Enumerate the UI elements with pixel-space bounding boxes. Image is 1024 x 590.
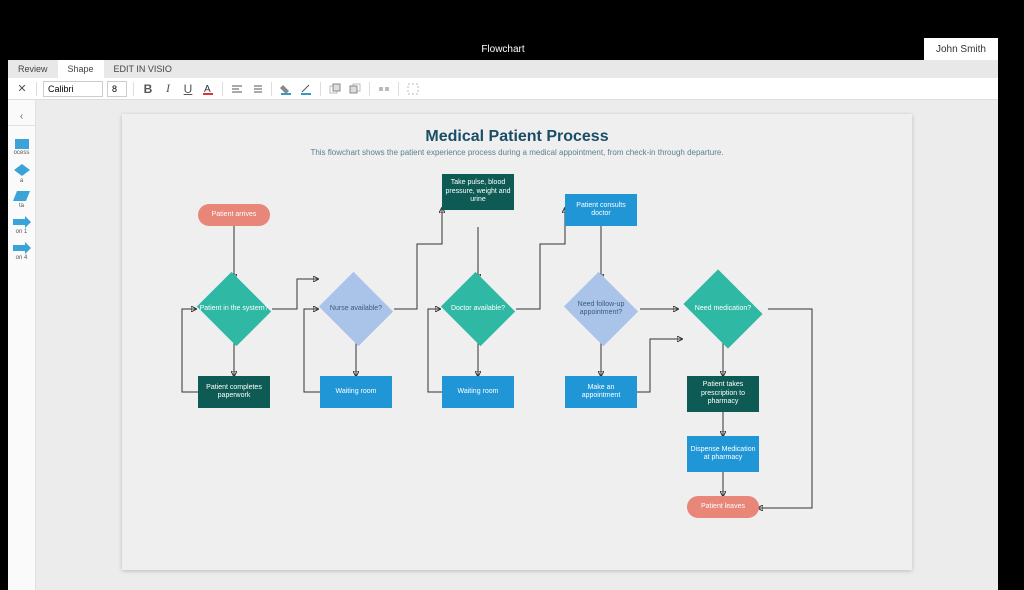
bold-button[interactable]: B	[140, 81, 156, 97]
cut-icon[interactable]: ✕	[14, 81, 30, 97]
node-dispense[interactable]: Dispense Medication at pharmacy	[687, 436, 759, 472]
font-size-select[interactable]: 8	[107, 81, 127, 97]
node-take-pulse[interactable]: Take pulse, blood pressure, weight and u…	[442, 174, 514, 210]
font-select[interactable]: Calibri	[43, 81, 103, 97]
node-make-appointment[interactable]: Make an appointment	[565, 376, 637, 408]
laptop-frame: Flowchart John Smith Review Shape EDIT I…	[0, 0, 1024, 590]
group-button[interactable]	[405, 81, 421, 97]
shape-arrow-1[interactable]: on 1	[8, 212, 35, 238]
shape-label: a	[20, 178, 23, 184]
shape-label: ocess	[14, 150, 30, 156]
underline-button[interactable]: U	[180, 81, 196, 97]
shape-label: on 4	[16, 255, 28, 261]
titlebar: Flowchart John Smith	[8, 38, 998, 60]
node-prescription[interactable]: Patient takes prescription to pharmacy	[687, 376, 759, 412]
arrange-button[interactable]	[376, 81, 392, 97]
node-nurse-available[interactable]: Nurse available?	[316, 274, 396, 344]
toolbar-separator	[320, 82, 321, 96]
node-doctor-available[interactable]: Doctor available?	[438, 274, 518, 344]
tab-edit-in-visio[interactable]: EDIT IN VISIO	[104, 60, 182, 78]
shape-decision[interactable]: a	[8, 160, 35, 186]
node-consults-doctor[interactable]: Patient consults doctor	[565, 194, 637, 226]
shape-arrow-4[interactable]: on 4	[8, 238, 35, 264]
tab-review[interactable]: Review	[8, 60, 58, 78]
shape-label: on 1	[16, 229, 28, 235]
node-patient-in-system[interactable]: Patient in the system?	[194, 274, 274, 344]
shape-process[interactable]: ocess	[8, 134, 35, 160]
app-window: Flowchart John Smith Review Shape EDIT I…	[8, 38, 998, 590]
document-title: Flowchart	[481, 44, 524, 55]
bring-forward-button[interactable]	[327, 81, 343, 97]
font-color-button[interactable]: A	[200, 81, 216, 97]
user-name[interactable]: John Smith	[924, 38, 998, 60]
shapes-sidebar: ‹ ocess a ta on 1 on 4	[8, 100, 36, 590]
shape-data[interactable]: ta	[8, 186, 35, 212]
shape-label: ta	[19, 203, 24, 209]
node-waiting-room-1[interactable]: Waiting room	[320, 376, 392, 408]
node-patient-leaves[interactable]: Patient leaves	[687, 496, 759, 518]
flowchart-title: Medical Patient Process	[122, 128, 912, 146]
node-need-followup[interactable]: Need follow-up appointment?	[561, 274, 641, 344]
tab-shape[interactable]: Shape	[58, 60, 104, 78]
node-waiting-room-2[interactable]: Waiting room	[442, 376, 514, 408]
toolbar-separator	[222, 82, 223, 96]
toolbar-separator	[36, 82, 37, 96]
align-button[interactable]	[229, 81, 245, 97]
italic-button[interactable]: I	[160, 81, 176, 97]
toolbar: ✕ Calibri 8 B I U A	[8, 78, 998, 100]
list-button[interactable]	[249, 81, 265, 97]
toolbar-separator	[271, 82, 272, 96]
flowchart-page: Medical Patient Process This flowchart s…	[122, 114, 912, 570]
canvas-area[interactable]: Medical Patient Process This flowchart s…	[36, 100, 998, 590]
node-need-medication[interactable]: Need medication?	[678, 274, 768, 344]
send-backward-button[interactable]	[347, 81, 363, 97]
flowchart-subtitle: This flowchart shows the patient experie…	[122, 148, 912, 158]
line-color-button[interactable]	[298, 81, 314, 97]
node-paperwork[interactable]: Patient completes paperwork	[198, 376, 270, 408]
toolbar-separator	[369, 82, 370, 96]
fill-color-button[interactable]	[278, 81, 294, 97]
collapse-sidebar-icon[interactable]: ‹	[8, 108, 35, 126]
ribbon-tabs: Review Shape EDIT IN VISIO	[8, 60, 998, 78]
toolbar-separator	[133, 82, 134, 96]
node-patient-arrives[interactable]: Patient arrives	[198, 204, 270, 226]
toolbar-separator	[398, 82, 399, 96]
